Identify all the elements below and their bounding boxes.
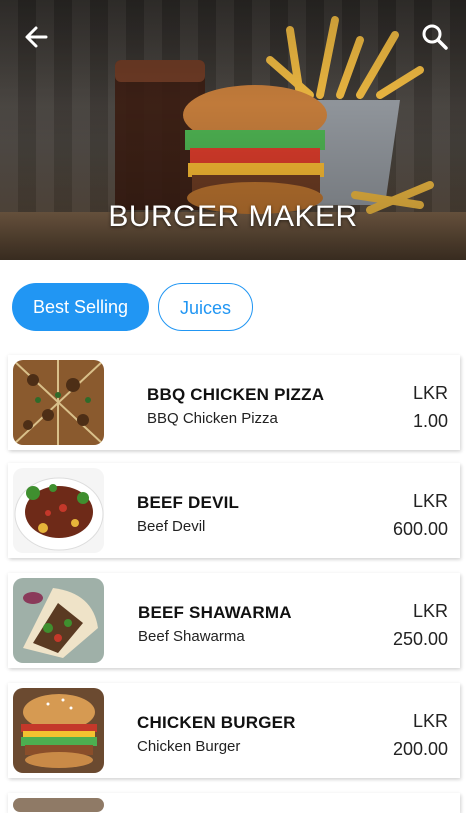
search-icon <box>422 24 448 50</box>
item-image <box>13 798 104 812</box>
item-price: 600.00 <box>392 519 448 539</box>
list-item[interactable]: CHICKEN BURGER Chicken Burger LKR 200.00 <box>8 683 460 778</box>
item-name: BEEF DEVIL <box>137 493 240 512</box>
item-currency: LKR <box>412 383 448 403</box>
arrow-left-icon <box>25 26 48 48</box>
item-name: CHICKEN BURGER <box>137 713 296 732</box>
item-price: 250.00 <box>392 629 448 649</box>
tab-best-selling[interactable]: Best Selling <box>12 283 149 331</box>
item-subtitle: Beef Shawarma <box>138 628 245 645</box>
item-currency: LKR <box>412 711 448 731</box>
item-subtitle: Chicken Burger <box>137 738 241 755</box>
shawarma-image <box>13 578 104 663</box>
item-currency: LKR <box>412 491 448 511</box>
item-subtitle: Beef Devil <box>137 518 206 535</box>
list-item[interactable] <box>8 793 460 813</box>
item-name: BEEF SHAWARMA <box>138 603 292 622</box>
hero-banner: BURGER MAKER <box>0 0 466 260</box>
item-price: 1.00 <box>412 411 448 431</box>
item-name: BBQ CHICKEN PIZZA <box>147 385 325 404</box>
item-price: 200.00 <box>392 739 448 759</box>
item-subtitle: BBQ Chicken Pizza <box>147 410 278 427</box>
list-item[interactable]: BBQ CHICKEN PIZZA BBQ Chicken Pizza LKR … <box>8 355 460 450</box>
back-button[interactable] <box>22 22 52 52</box>
pizza-image <box>13 360 104 445</box>
tab-juices[interactable]: Juices <box>158 283 253 331</box>
list-item[interactable]: BEEF SHAWARMA Beef Shawarma LKR 250.00 <box>8 573 460 668</box>
beef-devil-image <box>13 468 104 553</box>
page-title: BURGER MAKER <box>108 200 358 233</box>
list-item[interactable]: BEEF DEVIL Beef Devil LKR 600.00 <box>8 463 460 558</box>
item-currency: LKR <box>412 601 448 621</box>
search-button[interactable] <box>420 22 450 52</box>
burger-image <box>13 688 104 773</box>
